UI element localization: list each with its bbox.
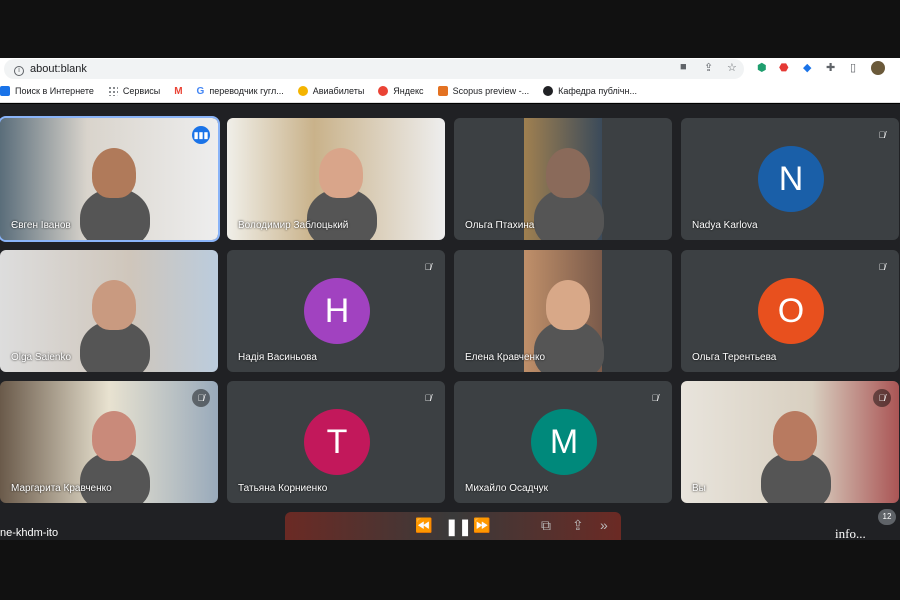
bookmark-yandex[interactable]: Яндекс — [378, 86, 424, 96]
participant-video-face — [546, 148, 590, 198]
participant-avatar: O — [758, 278, 824, 344]
bookmark-department[interactable]: Кафедра публічн... — [543, 86, 637, 96]
participant-name: Елена Кравченко — [465, 352, 546, 363]
yandex-icon — [378, 86, 389, 96]
aviasales-icon — [297, 86, 308, 96]
media-controls: ⏪ ❚❚ ⏩ ⧉ ⇪ » — [285, 512, 621, 540]
participant-avatar: M — [531, 409, 597, 475]
participant-name: Михайло Осадчук — [465, 483, 548, 494]
participant-avatar: H — [304, 278, 370, 344]
participant-tile[interactable]: T 🎙̸ Татьяна Корниенко — [227, 381, 445, 503]
address-bar[interactable]: i about:blank — [4, 59, 744, 79]
mic-off-icon: 🎙̸ — [651, 393, 659, 403]
bookmark-scopus[interactable]: Scopus preview -... — [437, 86, 529, 96]
participant-name: Татьяна Корниенко — [238, 483, 328, 494]
forward-button[interactable]: ⏩ — [473, 517, 490, 534]
participant-tile[interactable]: 🎙̸ Вы — [681, 381, 899, 503]
participant-video-face — [92, 411, 136, 461]
participant-tile[interactable]: Olga Saienko — [0, 250, 218, 372]
participant-video-face — [319, 148, 363, 198]
participant-tile[interactable]: O 🎙̸ Ольга Терентьева — [681, 250, 899, 372]
participant-name: Вы — [692, 483, 706, 494]
apps-grid-icon — [107, 86, 118, 96]
sidepanel-icon[interactable]: ▯ — [850, 61, 856, 74]
mic-off-icon: 🎙̸ — [424, 262, 432, 272]
participant-tile[interactable]: Елена Кравченко — [454, 250, 672, 372]
mic-off-icon: 🎙̸ — [878, 262, 886, 272]
participant-video-face — [546, 280, 590, 330]
camera-icon[interactable]: ■ — [680, 61, 687, 73]
pip-button[interactable]: ⧉ — [541, 517, 551, 534]
participant-video-face — [92, 148, 136, 198]
participant-name: Володимир Заблоцький — [238, 220, 349, 231]
bookmark-services[interactable]: Сервисы — [107, 86, 160, 96]
participant-video-face — [773, 411, 817, 461]
participant-tile[interactable]: ▮▮▮ Євген Іванов — [0, 116, 220, 242]
participant-tile[interactable]: N 🎙̸ Nadya Karlova — [681, 118, 899, 240]
participant-tile[interactable]: M 🎙̸ Михайло Осадчук — [454, 381, 672, 503]
mic-off-icon: 🎙̸ — [878, 130, 886, 140]
participant-name: Ольга Птахина — [465, 220, 535, 231]
watermark: info... — [835, 526, 866, 541]
participant-name: Olga Saienko — [11, 352, 72, 363]
participant-video-face — [92, 280, 136, 330]
screen-top-bar — [0, 0, 900, 58]
participant-name: Маргарита Кравченко — [11, 483, 112, 494]
participant-tile[interactable]: 🎙̸ Маргарита Кравченко — [0, 381, 218, 503]
profile-avatar[interactable] — [871, 61, 885, 75]
participant-tile[interactable]: Ольга Птахина — [454, 118, 672, 240]
mic-off-icon: 🎙̸ — [424, 393, 432, 403]
meeting-area: ▮▮▮ Євген Іванов Володимир Заблоцький Ольга… — [0, 104, 900, 540]
rewind-button[interactable]: ⏪ — [415, 517, 432, 534]
participant-name: Nadya Karlova — [692, 220, 758, 231]
extension-icon[interactable]: ◆ — [803, 61, 811, 74]
participant-tile[interactable]: H 🎙̸ Надія Васиньова — [227, 250, 445, 372]
participant-name: Ольга Терентьева — [692, 352, 777, 363]
participant-name: Надія Васиньова — [238, 352, 317, 363]
participant-avatar: T — [304, 409, 370, 475]
screen-bottom-bar — [0, 540, 900, 600]
mic-off-icon: 🎙̸ — [873, 389, 891, 407]
scopus-icon — [437, 86, 448, 96]
info-icon: i — [14, 66, 24, 76]
gmail-icon: M — [174, 85, 183, 97]
more-button[interactable]: » — [600, 517, 608, 533]
participant-tile[interactable]: Володимир Заблоцький — [227, 118, 445, 240]
bookmarks-bar: Поиск в Интернете Сервисы M Gпереводчик … — [0, 80, 900, 103]
browser-toolbar: i about:blank ■ ⇪ ☆ ⬢ ⬣ ◆ ✚ ▯ — [0, 58, 900, 80]
adblock-icon[interactable]: ⬣ — [779, 61, 789, 74]
puzzle-icon[interactable]: ✚ — [826, 61, 835, 74]
extension-shield-icon[interactable]: ⬢ — [757, 61, 767, 74]
speaking-indicator-icon: ▮▮▮ — [192, 126, 210, 144]
participant-name: Євген Іванов — [11, 220, 71, 231]
star-icon[interactable]: ☆ — [727, 61, 737, 74]
bookmark-search[interactable]: Поиск в Интернете — [0, 86, 94, 96]
google-icon: G — [196, 85, 205, 97]
graduation-cap-icon — [543, 86, 554, 96]
search-icon — [0, 86, 10, 96]
participant-count-badge: 12 — [878, 509, 896, 525]
share-button[interactable]: ⇪ — [572, 517, 584, 534]
mic-off-icon: 🎙̸ — [192, 389, 210, 407]
share-icon[interactable]: ⇪ — [704, 61, 713, 74]
bookmark-aviatickets[interactable]: Авиабилеты — [297, 86, 364, 96]
meeting-code: ne-khdm-ito — [0, 527, 59, 539]
bookmark-gmail[interactable]: M — [174, 86, 182, 97]
pause-button[interactable]: ❚❚ — [445, 517, 472, 537]
participant-avatar: N — [758, 146, 824, 212]
bookmark-translate[interactable]: Gпереводчик гугл... — [197, 86, 284, 97]
